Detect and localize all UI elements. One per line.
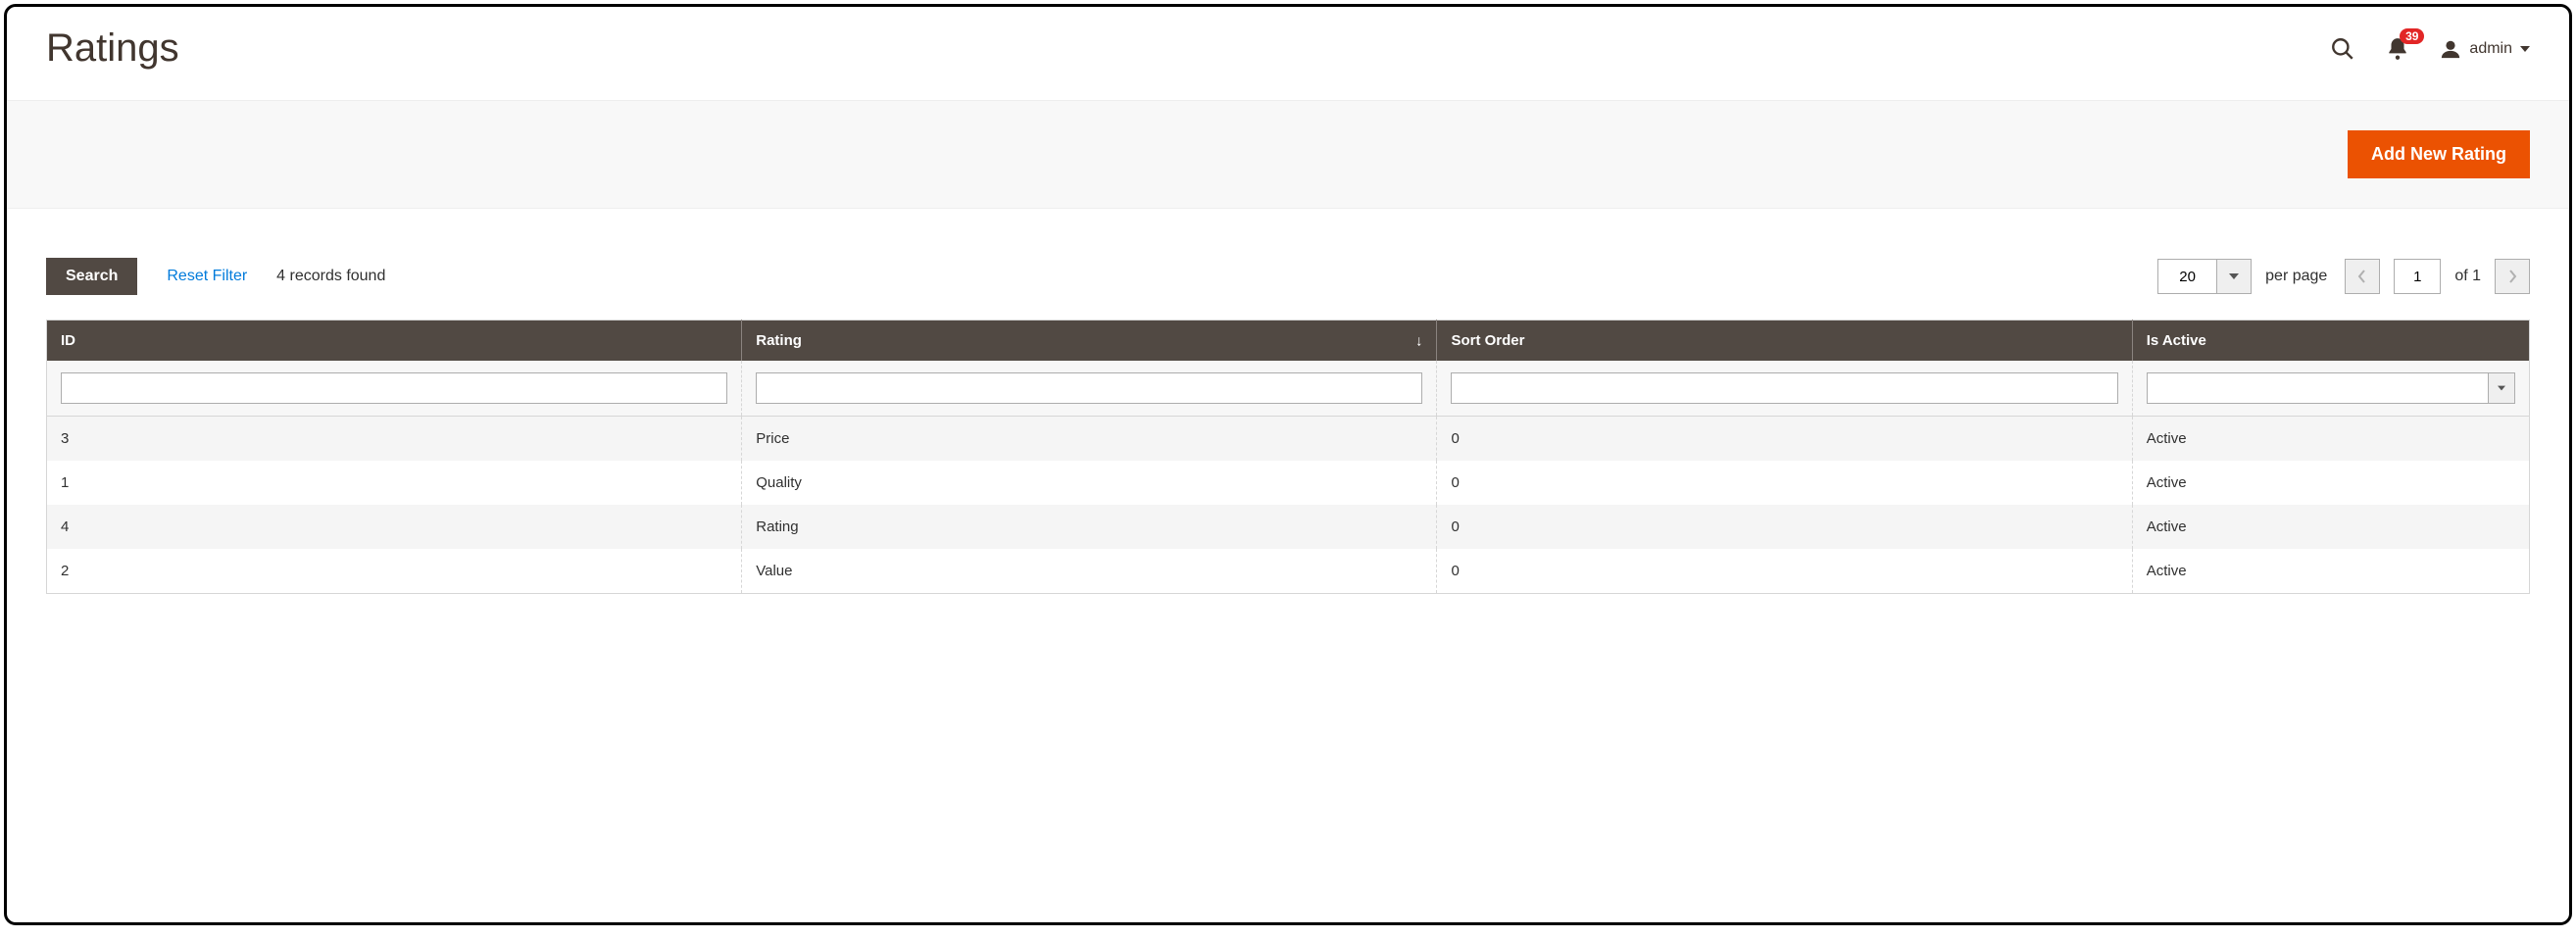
cell-is-active: Active [2132, 549, 2529, 594]
cell-is-active: Active [2132, 505, 2529, 549]
filter-is-active-select[interactable] [2147, 372, 2488, 404]
search-button[interactable]: Search [46, 258, 137, 295]
user-icon [2440, 38, 2461, 60]
chevron-down-icon [2229, 272, 2239, 281]
cell-rating: Rating [742, 505, 1437, 549]
filter-id-input[interactable] [61, 372, 727, 404]
username-label: admin [2469, 40, 2512, 58]
per-page-label: per page [2265, 268, 2327, 285]
cell-id: 4 [47, 505, 742, 549]
notification-badge: 39 [2400, 28, 2424, 44]
column-header-is-active[interactable]: Is Active [2132, 321, 2529, 362]
column-header-sort-order[interactable]: Sort Order [1437, 321, 2132, 362]
ratings-table: ID Rating ↓ Sort Order Is Active [46, 320, 2530, 594]
add-new-rating-button[interactable]: Add New Rating [2348, 130, 2530, 178]
notifications-icon[interactable]: 39 [2385, 36, 2410, 62]
prev-page-button[interactable] [2345, 259, 2380, 294]
column-header-id[interactable]: ID [47, 321, 742, 362]
chevron-down-icon [2498, 384, 2505, 392]
records-found-text: 4 records found [276, 268, 385, 285]
cell-sort-order: 0 [1437, 461, 2132, 505]
header-actions: 39 admin [2330, 36, 2530, 62]
search-icon[interactable] [2330, 36, 2355, 62]
cell-rating: Quality [742, 461, 1437, 505]
filter-rating-input[interactable] [756, 372, 1422, 404]
cell-id: 1 [47, 461, 742, 505]
per-page-dropdown[interactable] [2216, 259, 2252, 294]
cell-rating: Price [742, 417, 1437, 462]
action-toolbar: Add New Rating [7, 100, 2569, 209]
chevron-right-icon [2507, 270, 2517, 283]
sort-ascending-icon: ↓ [1415, 332, 1423, 349]
table-row[interactable]: 1 Quality 0 Active [47, 461, 2530, 505]
page-title: Ratings [46, 26, 179, 71]
cell-rating: Value [742, 549, 1437, 594]
reset-filter-link[interactable]: Reset Filter [167, 268, 247, 285]
cell-sort-order: 0 [1437, 549, 2132, 594]
table-row[interactable]: 2 Value 0 Active [47, 549, 2530, 594]
table-row[interactable]: 3 Price 0 Active [47, 417, 2530, 462]
chevron-left-icon [2357, 270, 2367, 283]
filter-is-active-dropdown-button[interactable] [2488, 372, 2515, 404]
cell-sort-order: 0 [1437, 505, 2132, 549]
cell-sort-order: 0 [1437, 417, 2132, 462]
pages-total-label: of 1 [2454, 268, 2481, 285]
next-page-button[interactable] [2495, 259, 2530, 294]
column-header-rating[interactable]: Rating ↓ [742, 321, 1437, 362]
cell-is-active: Active [2132, 417, 2529, 462]
chevron-down-icon [2520, 44, 2530, 54]
user-menu[interactable]: admin [2440, 38, 2530, 60]
filter-sort-order-input[interactable] [1451, 372, 2117, 404]
per-page-input[interactable] [2157, 259, 2216, 294]
cell-is-active: Active [2132, 461, 2529, 505]
table-row[interactable]: 4 Rating 0 Active [47, 505, 2530, 549]
page-input[interactable] [2394, 259, 2441, 294]
cell-id: 3 [47, 417, 742, 462]
cell-id: 2 [47, 549, 742, 594]
